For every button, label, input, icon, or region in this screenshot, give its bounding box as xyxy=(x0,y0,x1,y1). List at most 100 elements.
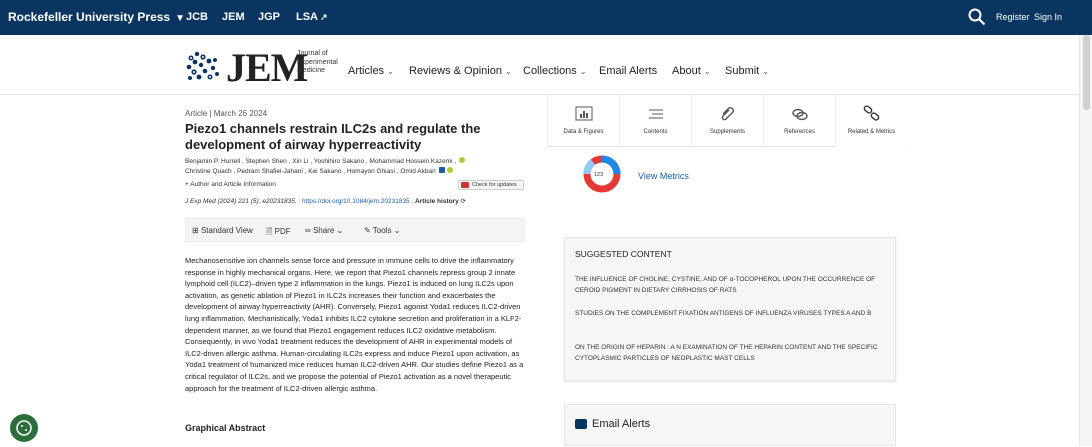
chevron-down-icon: ▼ xyxy=(175,13,185,24)
nav-label: About xyxy=(672,65,701,77)
share-label: Share xyxy=(312,226,335,235)
press-menu[interactable]: Rockefeller University Press ▼ xyxy=(8,10,185,24)
authors-text[interactable]: Christine Quach , Pedram Shafiei-Jahani … xyxy=(185,168,436,175)
scrollbar[interactable] xyxy=(1079,35,1092,446)
graphical-abstract-heading: Graphical Abstract xyxy=(185,423,266,433)
tab-data-figures[interactable]: Data & Figures xyxy=(547,95,619,147)
chevron-down-icon: ⌄ xyxy=(504,67,512,76)
doi-link[interactable]: https://doi.org/10.1084/jem.20231835 xyxy=(302,198,410,205)
tools-button[interactable]: ✎ Tools ⌄ xyxy=(364,226,400,235)
nav-articles[interactable]: Articles ⌄ xyxy=(348,65,394,77)
chevron-down-icon: ⌄ xyxy=(579,67,587,76)
share-button[interactable]: ∞ Share ⌄ xyxy=(305,226,343,235)
logo-subtitle: Journal of Experimental Medicine xyxy=(297,50,338,76)
tab-references[interactable]: References xyxy=(763,95,835,147)
lsa-label: LSA xyxy=(296,11,318,23)
logo-sub-line: Experimental xyxy=(297,58,338,66)
author-list: Benjamin P. Hurrell , Stephen Shen , Xin… xyxy=(185,157,530,176)
top-bar: Rockefeller University Press ▼ JCB JEM JG… xyxy=(0,0,1092,35)
nav-email-alerts[interactable]: Email Alerts xyxy=(599,65,657,77)
cookie-settings-button[interactable] xyxy=(10,414,38,442)
nav-collections[interactable]: Collections ⌄ xyxy=(523,65,587,77)
suggested-item[interactable]: STUDIES ON THE COMPLEMENT FIXATION ANTIG… xyxy=(575,308,893,319)
orcid-icon[interactable] xyxy=(446,166,453,173)
mail-icon xyxy=(575,419,587,429)
tab-supplements[interactable]: Supplements xyxy=(691,95,763,147)
tab-label: Data & Figures xyxy=(563,129,604,135)
journal-link-jem[interactable]: JEM xyxy=(222,11,245,23)
tab-label: References xyxy=(784,129,815,135)
nav-label: Reviews & Opinion xyxy=(409,65,502,77)
crossmark-icon xyxy=(461,182,469,188)
article-history-link[interactable]: Article history xyxy=(415,198,459,205)
history-icon: ⟳ xyxy=(460,198,466,205)
suggested-content-heading: SUGGESTED CONTENT xyxy=(575,249,672,259)
cookie-icon xyxy=(16,420,32,436)
logo-sub-line: Journal of xyxy=(297,50,328,57)
nav-about[interactable]: About ⌄ xyxy=(672,65,710,77)
journal-link-jgp[interactable]: JGP xyxy=(258,11,280,23)
chevron-down-icon: ⌄ xyxy=(703,67,711,76)
check-for-updates-button[interactable]: Check for updates xyxy=(458,180,524,190)
pdf-button[interactable]: 🗎 PDF xyxy=(266,226,291,240)
chevron-down-icon: ⌄ xyxy=(336,226,344,235)
view-icon: ⊞ xyxy=(192,226,199,235)
authors-line[interactable]: Christine Quach , Pedram Shafiei-Jahani … xyxy=(185,166,530,177)
standard-view-button[interactable]: ⊞ Standard View xyxy=(192,226,253,235)
chevron-down-icon: ⌄ xyxy=(387,67,394,76)
email-alerts-panel: Email Alerts xyxy=(564,404,896,446)
suggested-content-panel: SUGGESTED CONTENT THE INFLUENCE OF CHOLI… xyxy=(564,237,896,381)
separator: | xyxy=(411,198,414,205)
list-icon xyxy=(649,109,663,119)
authors-line[interactable]: Benjamin P. Hurrell , Stephen Shen , Xin… xyxy=(185,157,530,167)
altmetric-score: 123 xyxy=(594,172,604,178)
check-updates-label: Check for updates xyxy=(472,182,517,188)
abstract-text: Mechanosensitive ion channels sense forc… xyxy=(185,256,524,393)
share-icon: ∞ xyxy=(305,226,311,235)
journal-link-jcb[interactable]: JCB xyxy=(186,11,208,23)
register-link[interactable]: Register xyxy=(996,12,1030,22)
scrollbar-thumb[interactable] xyxy=(1083,35,1090,110)
search-icon[interactable] xyxy=(968,8,986,26)
standard-view-label: Standard View xyxy=(200,226,253,235)
tab-contents[interactable]: Contents xyxy=(619,95,691,147)
nav-label: Collections xyxy=(523,65,577,77)
tab-related-metrics[interactable]: Related & Metrics xyxy=(835,95,907,147)
citation-line: J Exp Med (2024) 221 (5): e20231835. | h… xyxy=(185,197,466,205)
suggested-item[interactable]: ON THE ORIGIN OF HEPARIN : A N EXAMINATI… xyxy=(575,342,893,364)
press-label: Rockefeller University Press xyxy=(8,10,171,24)
jem-logo-icon[interactable] xyxy=(185,50,225,84)
authors-text[interactable]: Benjamin P. Hurrell , Stephen Shen , Xin… xyxy=(185,158,456,165)
pdf-icon: 🗎 xyxy=(266,227,273,236)
view-metrics-link[interactable]: View Metrics xyxy=(638,171,689,181)
chain-icon xyxy=(863,105,880,121)
chevron-down-icon: ⌄ xyxy=(393,226,401,235)
nav-submit[interactable]: Submit ⌄ xyxy=(725,65,769,77)
citation-text: J Exp Med (2024) 221 (5): e20231835. xyxy=(185,198,297,205)
jem-logo-text[interactable]: JEM xyxy=(226,44,308,91)
email-icon[interactable] xyxy=(438,166,445,173)
masthead: JEM Journal of Experimental Medicine Art… xyxy=(0,35,1092,95)
chevron-down-icon: ⌄ xyxy=(762,67,769,76)
link-icon xyxy=(792,108,808,121)
nav-label: Submit xyxy=(725,65,760,77)
tab-label: Related & Metrics xyxy=(847,129,896,135)
pdf-label: PDF xyxy=(274,227,291,236)
tab-label: Contents xyxy=(643,129,668,135)
external-link-icon: ↗ xyxy=(320,12,328,22)
author-info-toggle[interactable]: + Author and Article Information xyxy=(185,181,276,188)
nav-reviews-opinion[interactable]: Reviews & Opinion ⌄ xyxy=(409,65,512,77)
wrench-icon: ✎ xyxy=(364,226,371,235)
journal-link-lsa[interactable]: LSA ↗ xyxy=(296,11,328,23)
chart-icon xyxy=(575,106,593,121)
nav-label: Email Alerts xyxy=(599,65,658,77)
orcid-icon[interactable] xyxy=(459,157,466,163)
email-alerts-heading[interactable]: Email Alerts xyxy=(592,418,650,430)
suggested-item[interactable]: THE INFLUENCE OF CHOLINE, CYSTINE, AND O… xyxy=(575,274,893,296)
side-tabs: Data & Figures Contents Supplements Refe… xyxy=(547,95,908,147)
sign-in-link[interactable]: Sign In xyxy=(1034,12,1062,22)
nav-label: Articles xyxy=(348,65,385,77)
separator: | xyxy=(298,198,301,205)
article-toolbar: ⊞ Standard View 🗎 PDF ∞ Share ⌄ ✎ Tools … xyxy=(185,218,525,242)
tools-label: Tools xyxy=(372,226,392,235)
